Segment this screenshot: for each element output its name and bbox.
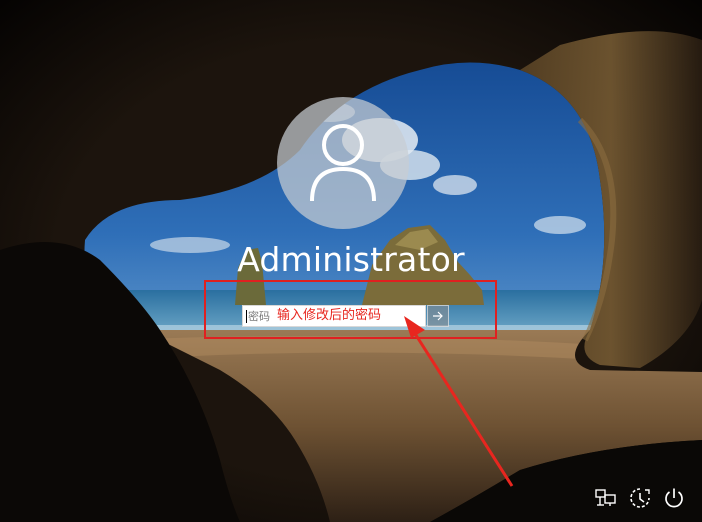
user-silhouette-icon	[310, 124, 376, 202]
text-caret	[246, 310, 247, 323]
ease-of-access-button[interactable]	[628, 486, 652, 510]
arrow-right-icon	[433, 311, 443, 321]
power-button[interactable]	[662, 486, 686, 510]
power-icon	[665, 488, 683, 508]
username-label: Administrator	[237, 240, 465, 279]
annotation-text: 输入修改后的密码	[276, 307, 383, 324]
network-icon	[595, 489, 616, 506]
user-avatar	[277, 97, 409, 229]
network-button[interactable]	[594, 486, 618, 510]
submit-button[interactable]	[427, 305, 449, 327]
ease-of-access-icon	[630, 488, 650, 508]
lock-screen: Administrator 输入修改后的密码	[0, 0, 702, 522]
